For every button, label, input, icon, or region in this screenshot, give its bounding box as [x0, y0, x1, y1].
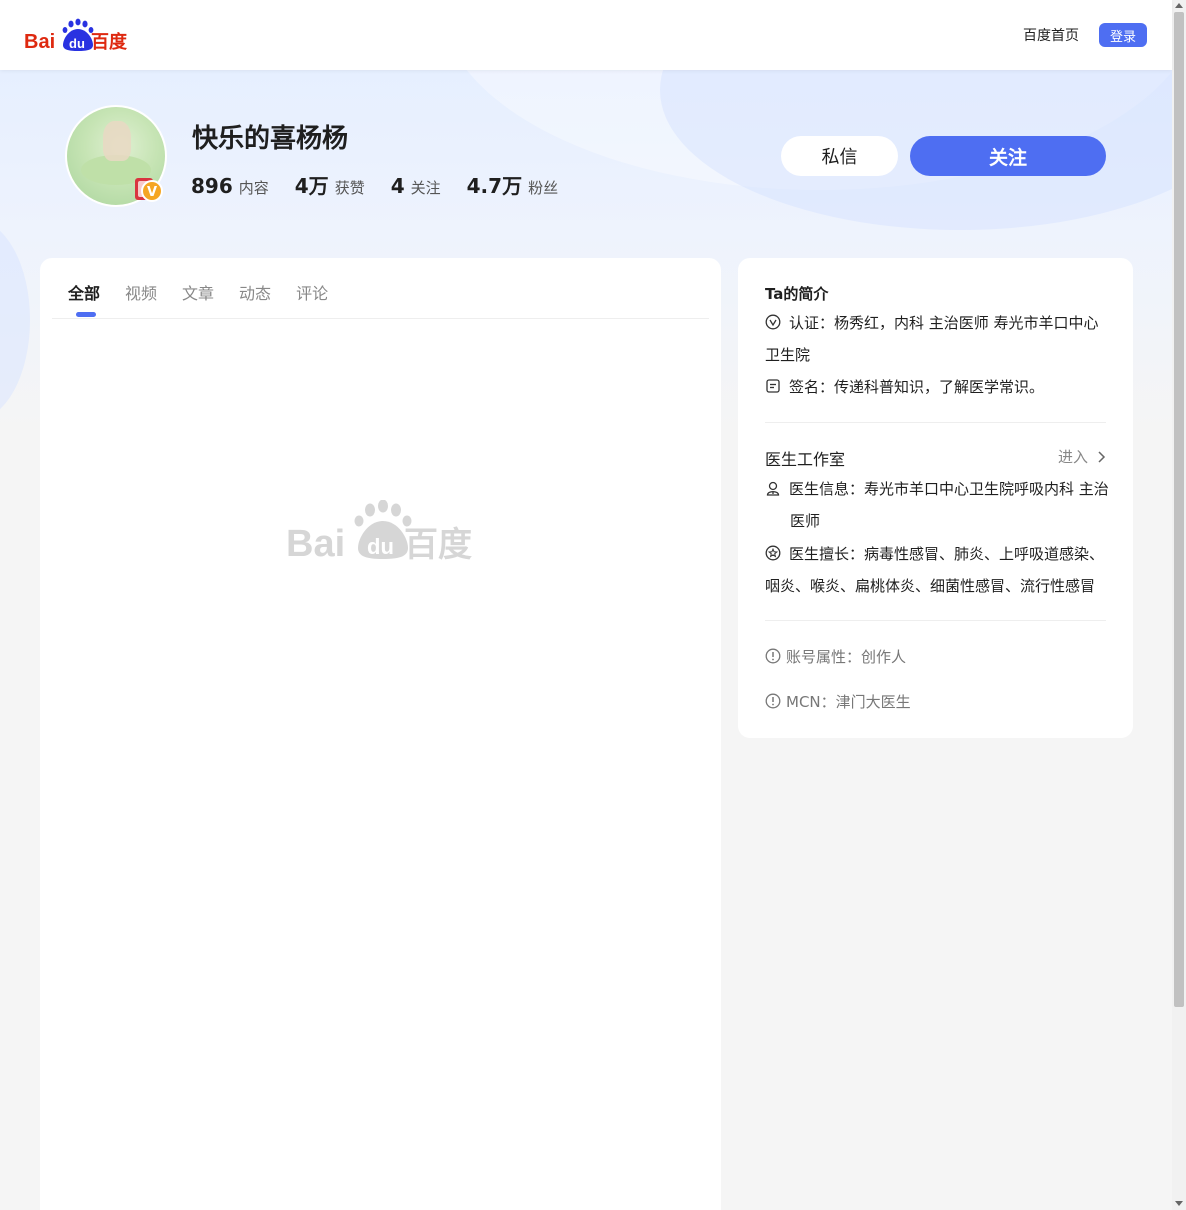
stat-number: 4: [390, 174, 405, 198]
section-divider: [765, 620, 1106, 621]
logo-text-baidu-cn: 百度: [91, 31, 128, 53]
doctor-info-row: 医生信息：寿光市羊口中心卫生院呼吸内科 主治医师: [765, 473, 1110, 537]
scroll-up-arrow-icon[interactable]: [1175, 3, 1183, 8]
intro-title: Ta的简介: [765, 285, 829, 303]
star-badge-icon: [765, 545, 781, 561]
verified-badge-icon: V: [135, 178, 163, 202]
scrollbar-thumb[interactable]: [1174, 12, 1184, 1007]
mcn-row: MCN：津门大医生: [765, 686, 1110, 718]
baidu-home-link[interactable]: 百度首页: [1023, 25, 1079, 45]
stat-following[interactable]: 4 关注: [391, 174, 441, 198]
doctor-studio-title: 医生工作室: [765, 450, 846, 469]
loading-placeholder-logo: Bai du 百度: [286, 500, 472, 564]
stat-fans[interactable]: 4.7万 粉丝: [467, 170, 558, 199]
signature-text: 签名：传递科普知识，了解医学常识。: [789, 378, 1045, 396]
avatar-illustration: [103, 121, 131, 161]
baidu-logo[interactable]: Bai du 百度: [23, 17, 129, 53]
certification-text: 认证：杨秀红，内科 主治医师 寿光市羊口中心卫生院: [765, 314, 1099, 364]
signature-row: 签名：传递科普知识，了解医学常识。: [765, 371, 1110, 403]
private-message-button[interactable]: 私信: [781, 136, 898, 176]
logo-text-bai: Bai: [24, 31, 55, 53]
tab-article[interactable]: 文章: [182, 258, 214, 318]
top-navigation-bar: Bai du 百度 百度首页 登录: [0, 0, 1172, 70]
svg-text:V: V: [147, 185, 157, 200]
stat-label: 内容: [238, 179, 269, 197]
profile-info-card: Ta的简介 认证：杨秀红，内科 主治医师 寿光市羊口中心卫生院 签名：传递科普知…: [738, 258, 1133, 738]
verified-circle-icon: [765, 314, 781, 330]
studio-enter-link[interactable]: 进入: [1058, 446, 1106, 467]
section-divider: [765, 422, 1106, 423]
info-icon: [765, 693, 781, 709]
account-attribute-row: 账号属性：创作人: [765, 641, 1110, 673]
account-attribute-text: 账号属性：创作人: [786, 648, 907, 666]
stat-likes: 4万 获赞: [295, 170, 365, 199]
login-button[interactable]: 登录: [1099, 23, 1147, 47]
svg-text:百度: 百度: [404, 525, 472, 564]
stat-content[interactable]: 896 内容: [191, 174, 269, 198]
stat-label: 关注: [410, 179, 441, 197]
profile-stats: 896 内容 4万 获赞 4 关注 4.7万 粉丝: [191, 170, 584, 199]
doctor-icon: [766, 481, 780, 496]
follow-button[interactable]: 关注: [910, 136, 1106, 176]
doctor-specialty-row: 医生擅长：病毒性感冒、肺炎、上呼吸道感染、咽炎、喉炎、扁桃体炎、细菌性感冒、流行…: [765, 538, 1110, 602]
info-icon: [765, 648, 781, 664]
content-tabs: 全部 视频 文章 动态 评论: [52, 258, 709, 319]
tab-all[interactable]: 全部: [68, 258, 100, 318]
document-icon: [766, 379, 780, 393]
stat-number: 4.7万: [466, 174, 523, 198]
stat-label: 获赞: [334, 179, 365, 197]
chevron-right-icon: [1098, 450, 1105, 463]
certification-row: 认证：杨秀红，内科 主治医师 寿光市羊口中心卫生院: [765, 307, 1110, 371]
svg-text:du: du: [367, 534, 394, 559]
content-panel: 全部 视频 文章 动态 评论 Bai du 百度: [40, 258, 721, 1210]
stat-label: 粉丝: [528, 179, 559, 197]
svg-text:Bai: Bai: [286, 523, 345, 564]
enter-label: 进入: [1058, 448, 1089, 466]
stat-number: 896: [191, 174, 233, 198]
hero-decoration: [0, 220, 30, 420]
tab-dynamic[interactable]: 动态: [239, 258, 271, 318]
scroll-down-arrow-icon[interactable]: [1175, 1201, 1183, 1206]
logo-text-du: du: [69, 36, 85, 51]
mcn-text: MCN：津门大医生: [786, 693, 911, 711]
tab-video[interactable]: 视频: [125, 258, 157, 318]
stat-number: 4万: [294, 174, 329, 198]
doctor-info-text: 医生信息：寿光市羊口中心卫生院呼吸内科 主治医师: [789, 480, 1109, 530]
tab-comment[interactable]: 评论: [296, 258, 328, 318]
profile-name: 快乐的喜杨杨: [192, 124, 349, 154]
doctor-specialty-text: 医生擅长：病毒性感冒、肺炎、上呼吸道感染、咽炎、喉炎、扁桃体炎、细菌性感冒、流行…: [765, 545, 1105, 595]
page-scrollbar[interactable]: [1172, 0, 1186, 1210]
